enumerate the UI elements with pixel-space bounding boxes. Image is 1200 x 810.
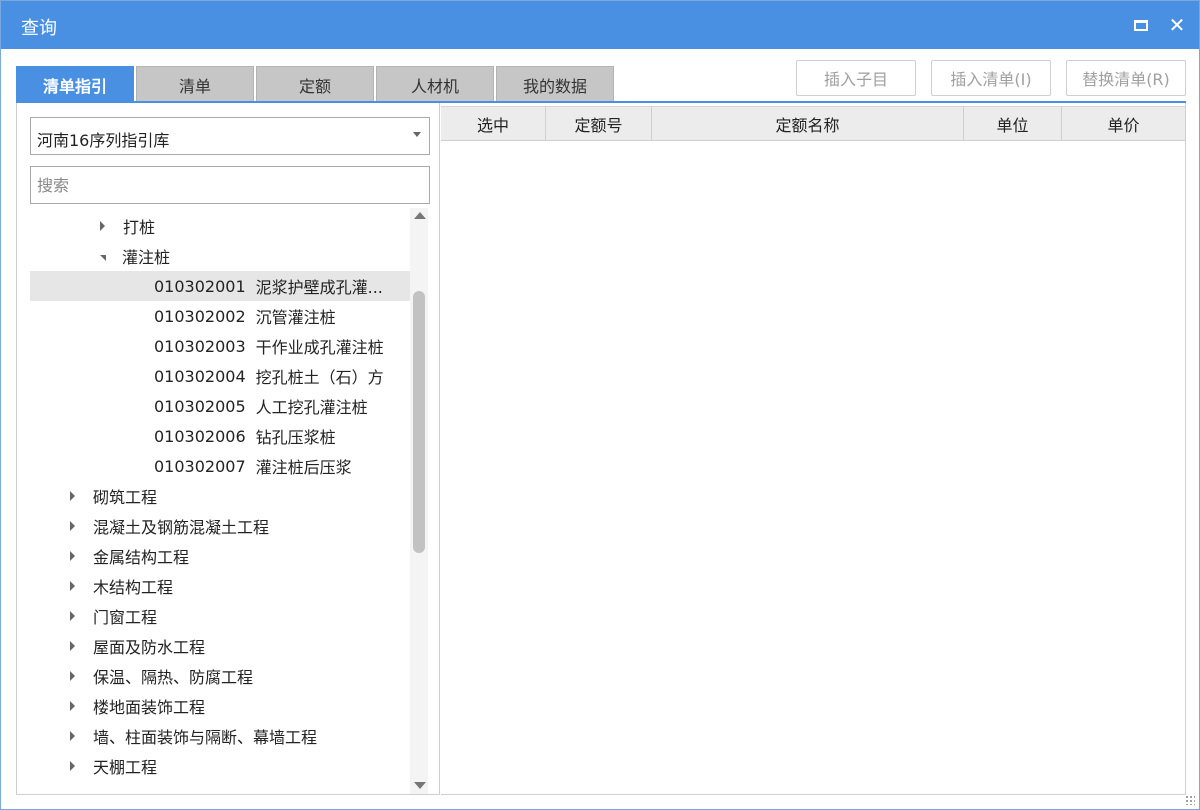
tree-node-label: 楼地面装饰工程 [93,698,206,717]
library-select[interactable]: 河南16序列指引库 [30,117,430,155]
tree-leaf[interactable]: 010302002 沉管灌注桩 [30,301,410,331]
tree-node-label: 混凝土及钢筋混凝土工程 [93,518,270,537]
tree-leaf[interactable]: 010302006 钻孔压浆桩 [30,421,410,451]
item-code: 010302003 [154,336,246,356]
tree-node[interactable]: 金属结构工程 [30,541,410,571]
guide-tree: 打桩 灌注桩 010302001 泥浆护壁成孔灌... 010302002 沉管… [30,208,410,794]
col-header-select[interactable]: 选中 [441,107,546,140]
tab-bar: 清单指引 清单 定额 人材机 我的数据 [16,66,616,102]
expand-arrow-icon[interactable] [70,581,75,591]
tree-node[interactable]: 保温、隔热、防腐工程 [30,661,410,691]
expand-arrow-icon[interactable] [70,641,75,651]
expand-arrow-icon[interactable] [70,761,75,771]
quota-grid-panel: 选中 定额号 定额名称 单位 单价 [441,103,1186,795]
item-code: 010302005 [154,396,246,416]
tree-leaf[interactable]: 010302004 挖孔桩土（石）方 [30,361,410,391]
item-code: 010302007 [154,456,246,476]
tree-node-label: 屋面及防水工程 [93,638,206,657]
item-code: 010302004 [154,366,246,386]
item-name: 人工挖孔灌注桩 [255,398,368,417]
scroll-down-icon[interactable] [414,782,426,789]
chevron-down-icon [413,132,421,137]
insert-list-button[interactable]: 插入清单(I) [931,60,1051,96]
expand-arrow-icon[interactable] [70,521,75,531]
guide-tree-panel: 河南16序列指引库 打桩 灌注桩 010302001 泥浆护壁成孔灌... 01… [16,103,440,795]
scroll-up-icon[interactable] [414,212,426,219]
tab-list-guide[interactable]: 清单指引 [16,66,134,102]
insert-child-button[interactable]: 插入子目 [796,60,916,96]
tree-node[interactable]: 木结构工程 [30,571,410,601]
replace-list-button[interactable]: 替换清单(R) [1066,60,1186,96]
close-icon: ✕ [1168,13,1186,37]
close-button[interactable]: ✕ [1165,13,1189,37]
tab-my-data[interactable]: 我的数据 [496,66,614,102]
query-dialog: 查询 ✕ 清单指引 清单 定额 人材机 我的数据 插入子目 插入清单(I) 替换… [0,0,1200,810]
item-name: 灌注桩后压浆 [255,458,352,477]
tree-node-label: 木结构工程 [93,578,174,597]
maximize-button[interactable] [1129,13,1153,37]
tree-leaf[interactable]: 010302007 灌注桩后压浆 [30,451,410,481]
tree-node[interactable]: 天棚工程 [30,751,410,781]
expand-arrow-icon[interactable] [70,701,75,711]
tree-node-label: 砌筑工程 [93,488,158,507]
col-header-quota-code[interactable]: 定额号 [546,107,652,140]
window-title: 查询 [21,18,57,39]
expand-arrow-icon[interactable] [70,611,75,621]
item-name: 沉管灌注桩 [255,308,336,327]
item-code: 010302002 [154,306,246,326]
tree-leaf-selected[interactable]: 010302001 泥浆护壁成孔灌... [30,271,410,301]
tree-node[interactable]: 砌筑工程 [30,481,410,511]
tab-quota[interactable]: 定额 [256,66,374,102]
tree-node-label: 灌注桩 [122,248,171,267]
col-header-unit-price[interactable]: 单价 [1062,107,1185,140]
tree-node[interactable]: 灌注桩 [30,241,410,271]
tab-list[interactable]: 清单 [136,66,254,102]
scroll-thumb[interactable] [413,291,425,553]
item-name: 泥浆护壁成孔灌... [255,278,383,297]
grid-header: 选中 定额号 定额名称 单位 单价 [441,106,1185,141]
tree-node[interactable]: 墙、柱面装饰与隔断、幕墙工程 [30,721,410,751]
tab-labor-material-machine[interactable]: 人材机 [376,66,494,102]
tree-node-label: 门窗工程 [93,608,158,627]
tree-node[interactable]: 门窗工程 [30,601,410,631]
tree-node-label: 墙、柱面装饰与隔断、幕墙工程 [93,728,318,747]
col-header-quota-name[interactable]: 定额名称 [652,107,964,140]
tree-node[interactable]: 楼地面装饰工程 [30,691,410,721]
tree-scrollbar[interactable] [410,208,428,794]
expand-arrow-icon[interactable] [70,491,75,501]
tree-node-label: 打桩 [123,218,156,237]
tree-leaf[interactable]: 010302005 人工挖孔灌注桩 [30,391,410,421]
search-input[interactable] [30,166,430,204]
tree-leaf[interactable]: 010302003 干作业成孔灌注桩 [30,331,410,361]
item-code: 010302006 [154,426,246,446]
tree-node-label: 金属结构工程 [93,548,190,567]
expand-arrow-icon[interactable] [70,671,75,681]
expand-arrow-icon[interactable] [100,221,105,231]
title-bar: 查询 ✕ [1,1,1199,49]
library-select-value: 河南16序列指引库 [37,131,170,150]
maximize-icon [1134,19,1148,31]
item-name: 干作业成孔灌注桩 [255,338,384,357]
tree-node-label: 天棚工程 [93,758,158,777]
tree-node[interactable]: 混凝土及钢筋混凝土工程 [30,511,410,541]
tree-node-label: 保温、隔热、防腐工程 [93,668,254,687]
resize-grip-icon[interactable] [1185,795,1195,805]
expand-arrow-icon[interactable] [70,551,75,561]
col-header-unit[interactable]: 单位 [964,107,1062,140]
expand-arrow-icon[interactable] [70,731,75,741]
tree-node[interactable]: 屋面及防水工程 [30,631,410,661]
collapse-arrow-icon[interactable] [100,255,106,261]
item-name: 挖孔桩土（石）方 [255,368,384,387]
tree-node[interactable]: 打桩 [30,211,410,241]
item-name: 钻孔压浆桩 [255,428,336,447]
item-code: 010302001 [154,276,246,296]
